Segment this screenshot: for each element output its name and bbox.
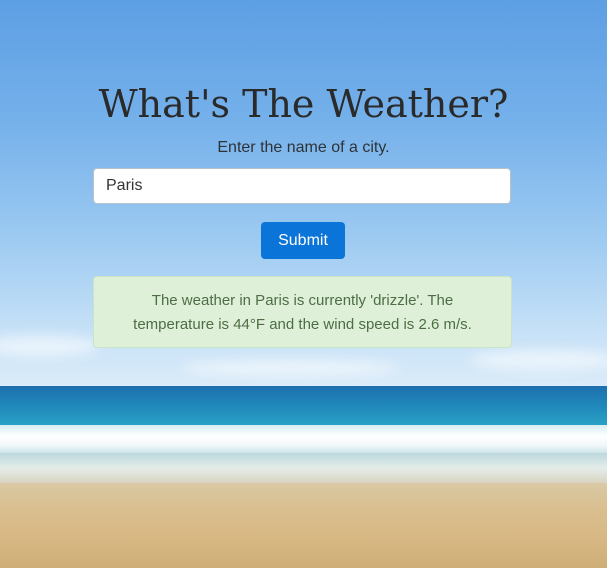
page-title: What's The Weather? xyxy=(98,82,509,126)
sand-background xyxy=(0,483,607,568)
cloud-decoration xyxy=(470,350,607,370)
submit-button[interactable]: Submit xyxy=(261,222,345,259)
surf-background xyxy=(0,425,607,453)
wet-sand-background xyxy=(0,453,607,483)
cloud-decoration xyxy=(180,360,400,376)
city-input[interactable] xyxy=(93,168,511,204)
weather-result-alert: The weather in Paris is currently 'drizz… xyxy=(93,276,512,348)
city-prompt-label: Enter the name of a city. xyxy=(217,139,390,156)
weather-result-text: The weather in Paris is currently 'drizz… xyxy=(133,292,472,333)
